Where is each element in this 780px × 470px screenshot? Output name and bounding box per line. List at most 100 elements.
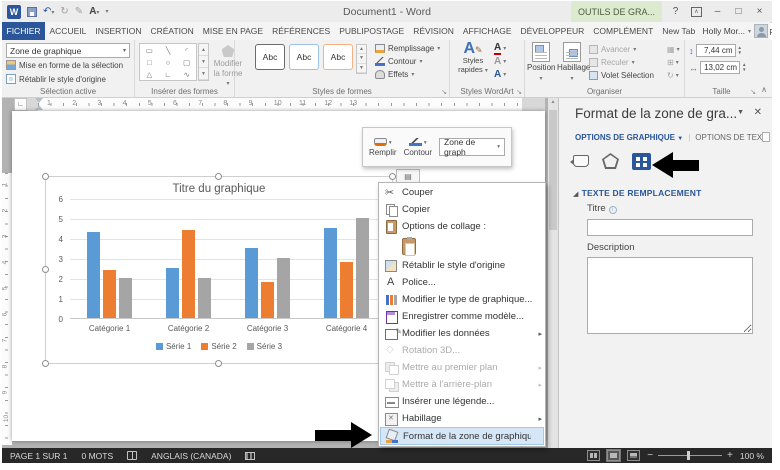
scrollbar-thumb[interactable] <box>549 110 557 230</box>
zoom-slider-thumb[interactable] <box>687 451 691 460</box>
v-ruler[interactable]: 1 2 3 4 5 6 7 8 9 10 <box>2 111 12 448</box>
redo-icon[interactable]: ↻ <box>60 6 68 17</box>
menu-item-paste-option[interactable] <box>380 235 544 257</box>
alt-text-section-header[interactable]: ◢ TEXTE DE REMPLACEMENT <box>573 188 702 198</box>
account-user[interactable]: Holly Mor... ▾ <box>700 22 770 40</box>
tab-révision[interactable]: RÉVISION <box>409 22 459 40</box>
send-backward-button[interactable]: Reculer ▾ <box>589 56 654 69</box>
print-layout-icon[interactable] <box>606 449 622 462</box>
shape-fill-button[interactable]: Remplissage ▾ <box>375 42 440 55</box>
tab-complément[interactable]: COMPLÉMENT <box>589 22 658 40</box>
text-effects-button[interactable]: A ▾ <box>494 68 506 81</box>
text-fill-button[interactable]: A ▾ <box>494 42 506 55</box>
selection-pane-button[interactable]: Volet Sélection <box>589 69 654 82</box>
pane-tab-scroll[interactable] <box>762 132 770 142</box>
read-mode-icon[interactable] <box>587 450 601 461</box>
zoom-out-icon[interactable]: − <box>647 450 653 461</box>
shape-styles-scroll[interactable]: ▲ ▼ ▼ <box>356 44 367 74</box>
tab-selector[interactable]: ∟ <box>14 98 27 111</box>
menu-item-format-de-la-zone-de-graphique[interactable]: Format de la zone de graphique... <box>380 427 544 445</box>
shape-effects-button[interactable]: Effets ▾ <box>375 68 440 81</box>
menu-item-rotation-3d[interactable]: Rotation 3D... <box>380 342 544 359</box>
close-button[interactable]: × <box>749 1 770 22</box>
menu-item-habillage[interactable]: Habillage▸ <box>380 410 544 427</box>
align-button[interactable]: ▦ ▾ <box>667 43 680 56</box>
arc-shape-icon[interactable]: ◜ <box>177 44 196 56</box>
dialog-launcher-icon[interactable]: ↘ <box>750 88 756 96</box>
resize-handle[interactable] <box>42 266 49 273</box>
pane-close-icon[interactable]: ✕ <box>754 107 762 118</box>
word-logo-icon[interactable]: W <box>7 4 21 19</box>
quick-styles-button[interactable]: A✎ Styles rapides ▾ <box>456 41 490 75</box>
tab-accueil[interactable]: ACCUEIL <box>45 22 91 40</box>
tab-new-tab[interactable]: New Tab <box>658 22 700 40</box>
oval-shape-icon[interactable]: ○ <box>159 56 178 68</box>
reset-style-button[interactable]: Rétablir le style d'origine <box>6 74 106 84</box>
resize-handle[interactable] <box>42 360 49 367</box>
tab-text-options[interactable]: OPTIONS DE TEX <box>695 133 762 142</box>
first-line-indent-marker[interactable] <box>35 98 43 103</box>
tab-chart-options[interactable]: OPTIONS DE GRAPHIQUE ▼ <box>575 133 683 142</box>
undo-icon[interactable]: ↶▾ <box>43 6 54 17</box>
zo om-slider[interactable] <box>658 451 723 460</box>
page-indicator[interactable]: PAGE 1 SUR 1 <box>10 451 67 461</box>
resize-handle[interactable] <box>389 173 396 180</box>
fill-button[interactable]: ▾ Remplir <box>369 137 397 157</box>
bring-forward-button[interactable]: Avancer ▾ <box>589 43 654 56</box>
chart-object[interactable]: Titre du graphique 0123456 Catégorie 1 Ca… <box>42 173 396 367</box>
shape-style-swatch[interactable]: Abc <box>255 44 285 70</box>
tab-publipostage[interactable]: PUBLIPOSTAGE <box>335 22 409 40</box>
rrect-shape-icon[interactable]: ▢ <box>177 56 196 68</box>
resize-handle[interactable] <box>215 360 222 367</box>
maximize-button[interactable]: □ <box>728 1 749 22</box>
tab-insertion[interactable]: INSERTION <box>91 22 146 40</box>
help-button[interactable]: ? <box>665 1 686 22</box>
shape-style-swatch[interactable]: Abc <box>323 44 353 70</box>
resize-handle[interactable] <box>42 173 49 180</box>
group-button[interactable]: ⊞ ▾ <box>667 56 680 69</box>
save-icon[interactable] <box>27 6 37 17</box>
language-indicator[interactable]: ANGLAIS (CANADA) <box>151 451 231 461</box>
width-spinner[interactable]: ↔ 13,02 cm ▲ ▼ <box>689 61 746 74</box>
menu-item-insérer-une-légende[interactable]: Insérer une légende... <box>380 393 544 410</box>
web-layout-icon[interactable] <box>627 450 641 461</box>
height-spinner[interactable]: ↕ 7,44 cm ▲ ▼ <box>689 44 742 57</box>
pane-menu-icon[interactable]: ▼ <box>737 109 744 116</box>
layout-properties-icon[interactable] <box>632 152 651 170</box>
customize-qat-icon[interactable]: ▾ <box>105 8 108 15</box>
minimize-button[interactable]: – <box>707 1 728 22</box>
scribble-shape-icon[interactable]: ∿ <box>177 68 196 80</box>
ribbon-display-options-button[interactable]: ∧ <box>686 1 707 22</box>
text-outline-button[interactable]: A ▾ <box>494 55 506 68</box>
zoom-level[interactable]: 100 % <box>740 451 764 461</box>
zoom-in-icon[interactable]: + <box>727 450 733 461</box>
tri-shape-icon[interactable]: △ <box>140 68 159 80</box>
line-shape-icon[interactable]: ╲ <box>159 44 178 56</box>
shape-outline-button[interactable]: Contour ▾ <box>375 55 440 68</box>
menu-item-modifier-le-type-de-graphique[interactable]: Modifier le type de graphique... <box>380 291 544 308</box>
rotate-button[interactable]: ↻ ▾ <box>667 69 680 82</box>
menu-item-rétablir-le-style-d-origine[interactable]: Rétablir le style d'origine <box>380 257 544 274</box>
format-selection-button[interactable]: Mise en forme de la sélection <box>6 60 123 70</box>
menu-item-mettre-au-premier-plan[interactable]: Mettre au premier plan ▸ <box>380 359 544 376</box>
position-button[interactable]: Position ▾ <box>527 42 555 83</box>
pen-icon[interactable]: ✎ <box>75 6 83 17</box>
elbow-shape-icon[interactable]: ∟ <box>159 68 178 80</box>
hanging-indent-marker[interactable] <box>35 105 43 110</box>
shape-gallery-scroll[interactable]: ▲ ▼ ▼ <box>198 43 209 81</box>
dialog-launcher-icon[interactable]: ↘ <box>516 88 522 96</box>
menu-item-copier[interactable]: Copier <box>380 201 544 218</box>
resize-handle[interactable] <box>215 173 222 180</box>
proofing-icon[interactable] <box>127 451 138 460</box>
tab-références[interactable]: RÉFÉRENCES <box>268 22 335 40</box>
fill-bucket-icon[interactable] <box>570 155 589 167</box>
macro-record-icon[interactable] <box>245 451 256 460</box>
h-ruler[interactable]: 1 2 3 4 5 6 7 8 9 10 11 12 13 <box>2 98 558 111</box>
collapse-ribbon-icon[interactable]: ∧ <box>761 85 767 94</box>
alt-description-input[interactable] <box>587 257 753 334</box>
rect-shape-icon[interactable]: □ <box>140 56 159 68</box>
tab-développeur[interactable]: DÉVELOPPEUR <box>516 22 589 40</box>
outline-button[interactable]: ▾ Contour <box>404 137 432 157</box>
menu-item-couper[interactable]: Couper <box>380 184 544 201</box>
tab-fichier[interactable]: FICHIER <box>2 22 45 40</box>
